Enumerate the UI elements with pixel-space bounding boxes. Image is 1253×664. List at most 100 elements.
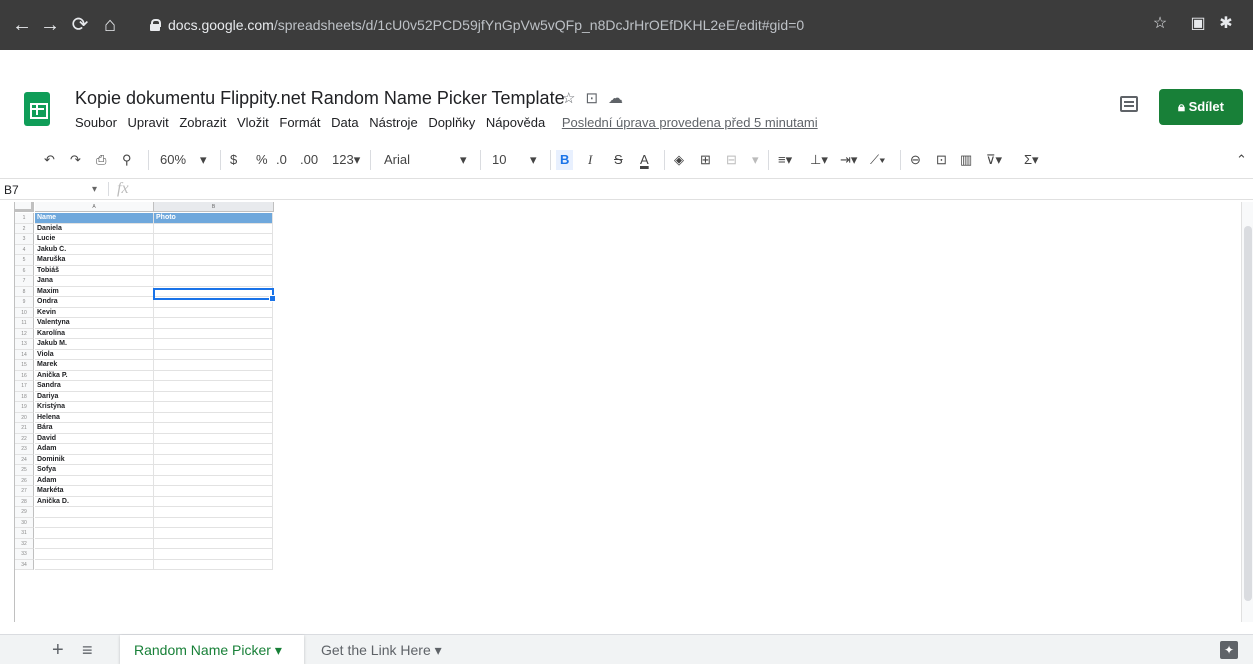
cell-name[interactable]: Daniela [35,223,154,234]
italic-button[interactable]: I [588,150,592,170]
row-header[interactable]: 7 [15,276,34,287]
cell-photo[interactable] [154,370,273,381]
row-header[interactable]: 21 [15,423,34,434]
cell-name[interactable]: Sofya [35,465,154,476]
cell-name[interactable]: Adam [35,444,154,455]
cell-name[interactable]: Marek [35,360,154,371]
row-header[interactable]: 32 [15,538,34,549]
cell-name[interactable] [35,507,154,518]
row-header[interactable]: 22 [15,433,34,444]
cell-name[interactable]: Sandra [35,381,154,392]
cell-name[interactable]: Jana [35,276,154,287]
sheet-tab-active[interactable]: Random Name Picker ▾ [120,635,304,664]
cell-photo[interactable] [154,360,273,371]
row-header[interactable]: 10 [15,307,34,318]
undo-icon[interactable]: ↶ [44,150,55,170]
menu-format[interactable]: Formát [279,115,320,130]
cell-name[interactable]: Ondra [35,297,154,308]
row-header[interactable]: 3 [15,234,34,245]
puzzle-icon[interactable]: ✱ [1216,14,1236,34]
text-wrap-icon[interactable]: ⇥▾ [840,150,857,170]
cell-photo[interactable] [154,402,273,413]
strikethrough-button[interactable]: S [614,150,623,170]
font-size-select[interactable]: 10 [492,150,506,170]
collapse-toolbar-icon[interactable]: ⌃ [1236,150,1247,170]
row-header[interactable]: 23 [15,444,34,455]
reload-icon[interactable]: ⟳ [66,10,94,40]
cell-name[interactable]: Jakub M. [35,339,154,350]
row-header[interactable]: 18 [15,391,34,402]
cell-name[interactable]: Tobiáš [35,265,154,276]
share-button[interactable]: 🔒︎ Sdílet [1159,89,1243,125]
move-icon[interactable]: ⊡ [585,90,598,107]
row-header[interactable]: 29 [15,507,34,518]
vertical-scrollbar[interactable] [1241,202,1253,622]
insert-link-icon[interactable]: ⊖ [910,150,921,170]
filter-icon[interactable]: ⊽▾ [986,150,1002,170]
extension-icon[interactable]: ▣ [1188,14,1208,34]
font-dropdown-icon[interactable]: ▾ [460,150,467,170]
cell-name[interactable]: Valentyna [35,318,154,329]
all-sheets-icon[interactable]: ≡ [82,639,93,661]
star-doc-icon[interactable]: ☆ [562,90,575,107]
home-icon[interactable]: ⌂ [96,10,124,40]
row-header[interactable]: 14 [15,349,34,360]
menu-tools[interactable]: Nástroje [369,115,417,130]
cell-photo[interactable] [154,391,273,402]
cell-photo[interactable] [154,559,273,570]
cell-photo[interactable] [154,549,273,560]
cell-photo[interactable] [154,244,273,255]
row-header[interactable]: 6 [15,265,34,276]
cell-photo[interactable] [154,538,273,549]
row-header[interactable]: 30 [15,517,34,528]
menu-file[interactable]: Soubor [75,115,117,130]
row-header[interactable]: 20 [15,412,34,423]
merge-cells-icon[interactable]: ⊟ [726,150,737,170]
menu-data[interactable]: Data [331,115,358,130]
row-header[interactable]: 27 [15,486,34,497]
percent-button[interactable]: % [256,150,268,170]
cell-name[interactable]: Bára [35,423,154,434]
column-header-b[interactable]: B [154,202,274,212]
cell-name[interactable] [35,559,154,570]
cell-name[interactable]: Dariya [35,391,154,402]
more-formats-button[interactable]: 123▾ [332,150,360,170]
cell-name[interactable]: Jakub Č. [35,244,154,255]
sheets-logo-icon[interactable] [24,92,50,126]
zoom-select[interactable]: 60% [160,150,186,170]
cell-photo[interactable] [154,318,273,329]
cell-header-photo[interactable]: Photo [154,213,273,224]
comments-icon[interactable] [1120,96,1138,112]
add-sheet-icon[interactable]: + [52,639,64,661]
column-header-a[interactable]: A [35,202,154,212]
cell-name[interactable]: Anička D. [35,496,154,507]
cell-name[interactable]: Maruška [35,255,154,266]
currency-button[interactable]: $ [230,150,237,170]
menu-insert[interactable]: Vložit [237,115,269,130]
cell-photo[interactable] [154,465,273,476]
align-left-icon[interactable]: ≡▾ [778,150,792,170]
cell-photo[interactable] [154,412,273,423]
font-size-dropdown-icon[interactable]: ▾ [530,150,537,170]
cell-photo[interactable] [154,496,273,507]
cell-photo[interactable] [154,339,273,350]
row-header[interactable]: 31 [15,528,34,539]
row-header[interactable]: 17 [15,381,34,392]
cell-name[interactable] [35,517,154,528]
cell-name[interactable]: Karolína [35,328,154,339]
cell-name[interactable]: Adam [35,475,154,486]
row-header[interactable]: 19 [15,402,34,413]
row-header[interactable]: 1 [15,213,34,224]
menu-edit[interactable]: Upravit [128,115,169,130]
cell-photo[interactable] [154,444,273,455]
cell-photo[interactable] [154,234,273,245]
name-box[interactable]: B7 ▾ [4,181,104,199]
cell-name[interactable]: Dominik [35,454,154,465]
cell-photo[interactable] [154,454,273,465]
scrollbar-thumb[interactable] [1244,226,1252,601]
row-header[interactable]: 2 [15,223,34,234]
text-color-button[interactable]: A [640,150,649,170]
cell-photo[interactable] [154,475,273,486]
insert-chart-icon[interactable]: ▥ [960,150,972,170]
row-header[interactable]: 15 [15,360,34,371]
